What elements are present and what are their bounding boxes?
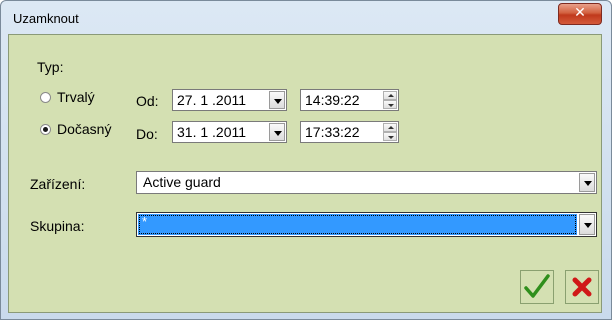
do-time-spinner[interactable]	[383, 123, 397, 141]
skupina-select[interactable]: *	[136, 212, 597, 237]
do-label: Do:	[136, 126, 158, 142]
checkmark-icon	[524, 274, 550, 298]
zarizeni-value: Active guard	[143, 174, 221, 190]
od-date-dropdown-button[interactable]	[269, 91, 285, 109]
od-time-field[interactable]: 14:39:22	[300, 89, 399, 111]
od-time-spinner[interactable]	[383, 91, 397, 109]
cross-icon	[572, 277, 592, 297]
skupina-value: *	[142, 214, 148, 229]
zarizeni-select[interactable]: Active guard	[136, 171, 597, 194]
radio-docasny-circle[interactable]	[40, 124, 51, 135]
cancel-button[interactable]	[565, 270, 599, 304]
close-icon: ✕	[574, 5, 586, 21]
od-label: Od:	[136, 93, 159, 109]
chevron-down-icon	[274, 131, 282, 136]
radio-dot	[43, 127, 48, 132]
title-bar[interactable]: Uzamknout ✕	[1, 1, 611, 35]
arrow-up-icon	[388, 126, 394, 129]
chevron-down-icon	[584, 223, 592, 228]
od-date-value: 27. 1 .2011	[177, 92, 247, 108]
do-time-value: 17:33:22	[305, 124, 360, 140]
do-date-picker[interactable]: 31. 1 .2011	[172, 121, 287, 143]
radio-trvaly-label[interactable]: Trvalý	[57, 89, 95, 105]
arrow-down-icon	[388, 104, 394, 107]
arrow-up-icon	[388, 94, 394, 97]
skupina-dropdown-button[interactable]	[579, 214, 595, 235]
window-title: Uzamknout	[13, 11, 79, 26]
do-time-field[interactable]: 17:33:22	[300, 121, 399, 143]
zarizeni-dropdown-button[interactable]	[579, 173, 595, 192]
spin-up-button[interactable]	[383, 123, 397, 132]
arrow-down-icon	[388, 136, 394, 139]
confirm-button[interactable]	[520, 270, 554, 304]
chevron-down-icon	[274, 99, 282, 104]
spin-up-button[interactable]	[383, 91, 397, 100]
od-date-picker[interactable]: 27. 1 .2011	[172, 89, 287, 111]
od-time-value: 14:39:22	[305, 92, 360, 108]
radio-trvaly-circle[interactable]	[40, 92, 51, 103]
chevron-down-icon	[584, 181, 592, 186]
focus-rectangle	[139, 215, 576, 234]
skupina-label: Skupina:	[30, 218, 85, 234]
do-date-dropdown-button[interactable]	[269, 123, 285, 141]
close-button[interactable]: ✕	[558, 3, 602, 25]
spin-down-button[interactable]	[383, 132, 397, 141]
do-date-value: 31. 1 .2011	[177, 124, 247, 140]
zarizeni-label: Zařízení:	[30, 176, 86, 192]
radio-docasny-label[interactable]: Dočasný	[57, 121, 111, 137]
spin-down-button[interactable]	[383, 100, 397, 109]
typ-label: Typ:	[37, 59, 64, 75]
